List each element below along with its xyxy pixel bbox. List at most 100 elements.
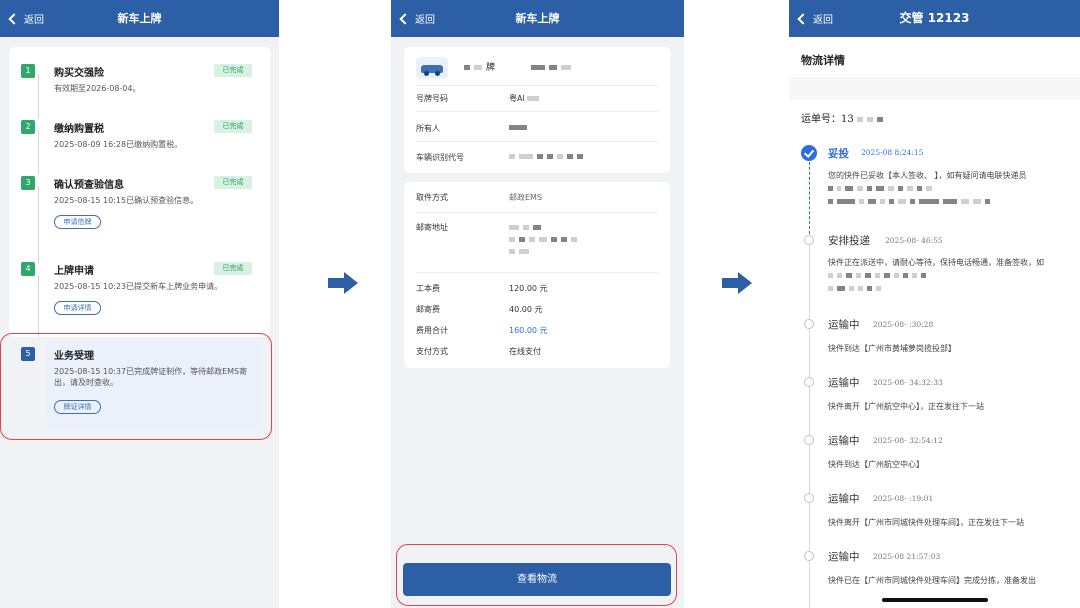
event-desc: 快件到达【广州市黄埔萝岗揽投部】 xyxy=(828,344,956,353)
fee1-label: 工本费 xyxy=(416,284,440,293)
event-time: 2025-08 21:57:03 xyxy=(873,552,941,561)
step-connector xyxy=(38,187,39,263)
step-desc: 2025-08-15 10:23已提交新车上牌业务申请。 xyxy=(54,282,223,291)
logistics-detail-screen: 返回 交管 12123 物流详情 运单号：13 妥投 2025-08 8:24:… xyxy=(789,0,1080,608)
step-number: 1 xyxy=(21,64,35,78)
timeline-line xyxy=(809,162,810,234)
arrow-right-icon xyxy=(722,272,752,294)
section-title: 物流详情 xyxy=(801,54,845,67)
event-desc: 快件离开【广州航空中心】，正在发往下一站 xyxy=(828,402,984,411)
highlight-outline xyxy=(0,333,272,440)
event-status: 运输中 xyxy=(828,551,860,563)
timeline-dot xyxy=(804,551,814,561)
step-name: 购买交强险 xyxy=(54,68,104,79)
plate-label: 号牌号码 xyxy=(416,94,448,103)
event-status: 妥投 xyxy=(828,148,849,160)
vehicle-header-text: 牌 xyxy=(486,63,496,73)
steps-card: 1 购买交强险 已完成 有效期至2026-08-04。 2 缴纳购置税 已完成 … xyxy=(9,47,270,337)
event-desc: 快件已在【广州市同城快件处理车间】完成分拣，准备发出 xyxy=(828,576,1036,585)
page-title: 新车上牌 xyxy=(515,12,560,25)
status-badge: 已完成 xyxy=(214,120,252,133)
event-time: 2025-08- 46:55 xyxy=(885,236,943,245)
fee1-value: 120.00 元 xyxy=(509,284,548,293)
timeline-dot xyxy=(804,493,814,503)
event-status: 运输中 xyxy=(828,435,860,447)
step-name: 上牌申请 xyxy=(54,266,94,277)
event-desc: 快件到达【广州航空中心】 xyxy=(828,460,924,469)
event-time: 2025-08- :19:01 xyxy=(873,494,934,503)
owner-value xyxy=(509,123,531,132)
owner-label: 所有人 xyxy=(416,124,440,133)
payment-label: 支付方式 xyxy=(416,347,448,356)
arrow-right-icon xyxy=(328,272,358,294)
vin-value xyxy=(509,152,587,161)
address-value xyxy=(509,222,581,258)
page-title: 新车上牌 xyxy=(117,12,162,25)
step-number: 4 xyxy=(21,262,35,276)
step-desc: 有效期至2026-08-04。 xyxy=(54,84,141,93)
waybill-number: 运单号：13 xyxy=(801,110,887,125)
new-plate-progress-screen: 返回 新车上牌 1 购买交强险 已完成 有效期至2026-08-04。 2 缴纳… xyxy=(0,0,279,608)
fee2-value: 40.00 元 xyxy=(509,305,543,314)
timeline-dot xyxy=(804,235,814,245)
home-indicator[interactable] xyxy=(882,598,988,602)
top-bar: 返回 新车上牌 xyxy=(0,0,279,37)
status-badge: 已完成 xyxy=(214,176,252,189)
pickup-label: 取件方式 xyxy=(416,193,448,202)
step-desc: 2025-08-09 16:28已缴纳购置税。 xyxy=(54,140,183,149)
event-status: 安排投递 xyxy=(828,235,870,247)
event-status: 运输中 xyxy=(828,319,860,331)
step-number: 3 xyxy=(21,176,35,190)
divider xyxy=(416,141,658,142)
plate-value: 粤AI xyxy=(509,93,543,104)
top-bar: 返回 新车上牌 xyxy=(391,0,684,37)
event-desc-text: 快件正在派送中，请耐心等待，保持电话畅通，准备签收，如 xyxy=(828,258,1044,267)
vin-label: 车辆识别代号 xyxy=(416,153,464,162)
step-desc: 2025-08-15 10:15已确认预查验信息。 xyxy=(54,196,199,205)
section-header: 物流详情 xyxy=(789,37,1080,79)
car-icon xyxy=(416,57,448,79)
address-label: 邮寄地址 xyxy=(416,223,448,232)
plate-value-text: 粤AI xyxy=(509,94,525,103)
vehicle-header: 牌 xyxy=(464,60,575,73)
waybill-text: 运单号：13 xyxy=(801,114,854,125)
total-value: 160.00 元 xyxy=(509,326,548,335)
step-connector xyxy=(38,75,39,119)
divider xyxy=(416,111,658,112)
status-badge: 已完成 xyxy=(214,262,252,275)
delivery-card: 取件方式 邮政EMS 邮寄地址 工本费 120.00 元 邮寄费 40.00 元 xyxy=(404,182,670,368)
event-time: 2025-08- :30:28 xyxy=(873,320,934,329)
payment-value: 在线支付 xyxy=(509,347,541,356)
event-time: 2025-08 8:24:15 xyxy=(861,148,924,157)
divider xyxy=(416,85,658,86)
status-badge: 已完成 xyxy=(214,64,252,77)
highlight-outline xyxy=(396,544,677,606)
event-desc-text: 您的快件已妥收【本人签收、 】，如有疑问请电联快递员 xyxy=(828,171,1027,180)
top-bar: 返回 交管 12123 xyxy=(789,0,1080,37)
event-desc: 您的快件已妥收【本人签收、 】，如有疑问请电联快递员 xyxy=(828,169,1078,208)
step-number: 2 xyxy=(21,120,35,134)
divider xyxy=(416,272,658,273)
check-circle-icon xyxy=(801,145,817,161)
step-connector xyxy=(38,275,39,337)
spacer xyxy=(789,80,1080,100)
fee2-label: 邮寄费 xyxy=(416,305,440,314)
page-title: 交管 12123 xyxy=(899,11,970,25)
step-name: 缴纳购置税 xyxy=(54,124,104,135)
event-time: 2025-08- 32:54:12 xyxy=(873,436,943,445)
event-status: 运输中 xyxy=(828,493,860,505)
step-connector xyxy=(38,131,39,175)
event-time: 2025-08- 34:32:33 xyxy=(873,378,943,387)
apply-plate-button[interactable]: 申请信牌 xyxy=(54,215,101,229)
event-desc: 快件离开【广州市同城快件处理车间】，正在发往下一站 xyxy=(828,518,1024,527)
screenshot-stage: 返回 新车上牌 1 购买交强险 已完成 有效期至2026-08-04。 2 缴纳… xyxy=(0,0,1080,608)
divider xyxy=(416,212,658,213)
timeline-dot xyxy=(804,319,814,329)
step-name: 确认预查验信息 xyxy=(54,180,124,191)
plate-detail-screen: 返回 新车上牌 牌 号牌号码 粤AI 所有人 车辆识别代号 取件方式 邮政EMS… xyxy=(391,0,684,608)
application-details-button[interactable]: 申请详情 xyxy=(54,301,101,315)
pickup-value: 邮政EMS xyxy=(509,193,543,202)
total-label: 费用合计 xyxy=(416,326,448,335)
timeline-dot xyxy=(804,377,814,387)
event-desc: 快件正在派送中，请耐心等待，保持电话畅通，准备签收，如 xyxy=(828,256,1078,295)
